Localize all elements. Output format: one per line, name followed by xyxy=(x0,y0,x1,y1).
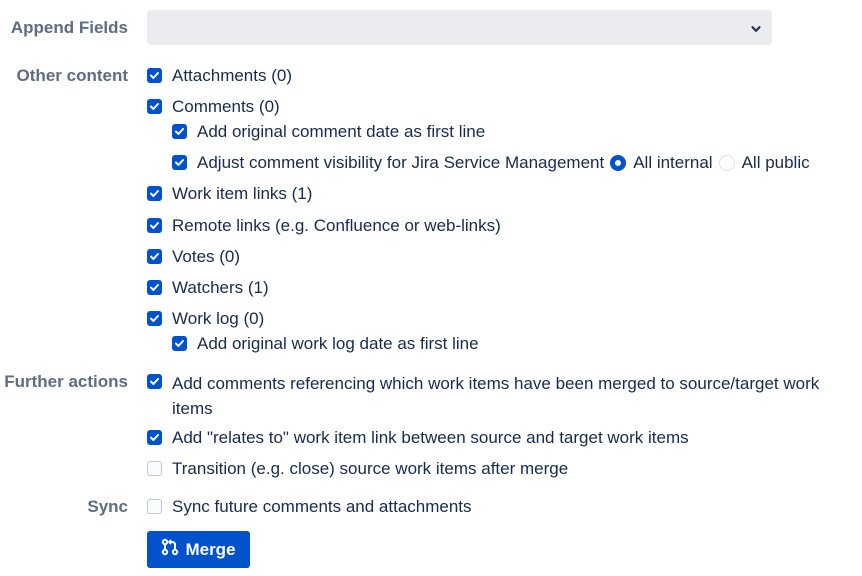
add-comment-date-checkbox[interactable] xyxy=(172,124,187,139)
relates-to-option[interactable]: Add "relates to" work item link between … xyxy=(147,427,689,449)
adjust-visibility-checkbox[interactable] xyxy=(172,155,187,170)
work-item-links-checkbox[interactable] xyxy=(147,186,162,201)
votes-label: Votes (0) xyxy=(172,247,241,266)
comments-checkbox[interactable] xyxy=(147,99,162,114)
watchers-label: Watchers (1) xyxy=(172,278,269,297)
merge-icon xyxy=(161,538,185,561)
work-log-checkbox[interactable] xyxy=(147,311,162,326)
other-content-label: Other content xyxy=(16,66,128,85)
all-internal-radio[interactable] xyxy=(610,155,627,171)
adjust-visibility-option[interactable]: Adjust comment visibility for Jira Servi… xyxy=(172,152,810,174)
merge-button-label: Merge xyxy=(185,539,236,559)
transition-option[interactable]: Transition (e.g. close) source work item… xyxy=(147,458,568,480)
watchers-option[interactable]: Watchers (1) xyxy=(147,277,269,299)
votes-checkbox[interactable] xyxy=(147,249,162,264)
attachments-label: Attachments (0) xyxy=(172,66,292,85)
sync-future-label: Sync future comments and attachments xyxy=(172,497,472,516)
add-comments-checkbox[interactable] xyxy=(147,374,162,389)
append-fields-select[interactable] xyxy=(147,10,772,45)
work-log-option[interactable]: Work log (0) xyxy=(147,308,264,330)
all-internal-label: All internal xyxy=(633,153,713,172)
add-worklog-date-option[interactable]: Add original work log date as first line xyxy=(172,333,479,355)
sync-future-option[interactable]: Sync future comments and attachments xyxy=(147,496,472,518)
comments-label: Comments (0) xyxy=(172,97,280,116)
transition-label: Transition (e.g. close) source work item… xyxy=(172,459,569,478)
comments-option[interactable]: Comments (0) xyxy=(147,96,280,118)
add-comment-date-label: Add original comment date as first line xyxy=(197,122,486,141)
merge-button[interactable]: Merge xyxy=(147,531,250,568)
all-public-radio[interactable] xyxy=(718,155,735,171)
further-actions-label: Further actions xyxy=(4,372,128,391)
add-comments-label-line1: Add comments referencing which work item… xyxy=(172,374,820,393)
sync-label: Sync xyxy=(87,497,128,516)
remote-links-label: Remote links (e.g. Confluence or web-lin… xyxy=(172,216,501,235)
add-comments-label-line2: items xyxy=(172,399,213,418)
add-comments-label: Add comments referencing which work item… xyxy=(172,371,819,421)
sync-future-checkbox[interactable] xyxy=(147,499,162,514)
relates-to-checkbox[interactable] xyxy=(147,430,162,445)
votes-option[interactable]: Votes (0) xyxy=(147,246,240,268)
attachments-option[interactable]: Attachments (0) xyxy=(147,65,292,87)
remote-links-checkbox[interactable] xyxy=(147,218,162,233)
work-log-label: Work log (0) xyxy=(172,309,265,328)
append-fields-label: Append Fields xyxy=(10,18,128,37)
all-public-label: All public xyxy=(741,153,810,172)
add-comments-option[interactable]: Add comments referencing which work item… xyxy=(147,371,819,421)
attachments-checkbox[interactable] xyxy=(147,68,162,83)
watchers-checkbox[interactable] xyxy=(147,280,162,295)
remote-links-option[interactable]: Remote links (e.g. Confluence or web-lin… xyxy=(147,215,501,237)
adjust-visibility-label: Adjust comment visibility for Jira Servi… xyxy=(197,153,605,172)
transition-checkbox[interactable] xyxy=(147,461,162,476)
work-item-links-option[interactable]: Work item links (1) xyxy=(147,183,312,205)
work-item-links-label: Work item links (1) xyxy=(172,184,313,203)
add-worklog-date-checkbox[interactable] xyxy=(172,336,187,351)
add-worklog-date-label: Add original work log date as first line xyxy=(197,334,479,353)
relates-to-label: Add "relates to" work item link between … xyxy=(172,428,689,447)
add-comment-date-option[interactable]: Add original comment date as first line xyxy=(172,121,485,143)
chevron-down-icon xyxy=(750,20,762,40)
